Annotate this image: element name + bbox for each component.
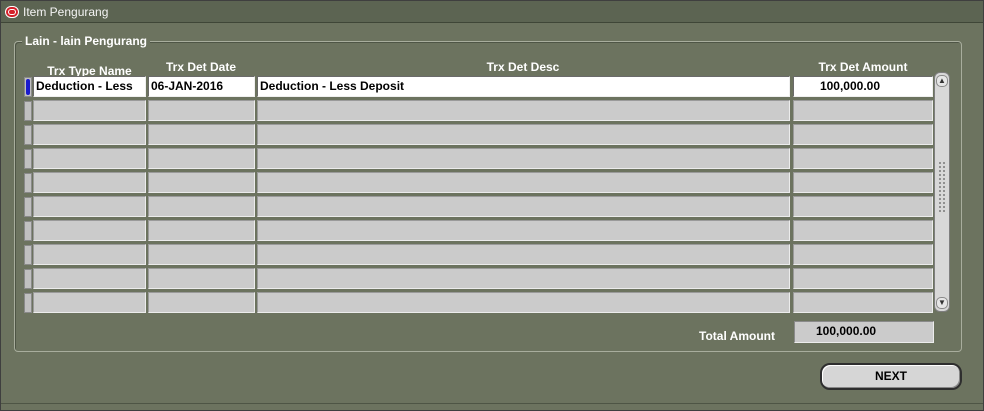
arrow-down-icon[interactable]: ▼ bbox=[936, 297, 948, 309]
cell-type-name[interactable] bbox=[33, 196, 146, 217]
cell-det-desc[interactable]: Deduction - Less Deposit bbox=[257, 76, 790, 97]
window-title: Item Pengurang bbox=[23, 5, 109, 19]
title-bar[interactable]: Item Pengurang bbox=[1, 1, 983, 23]
cell-det-amount[interactable] bbox=[793, 244, 933, 265]
cell-det-desc[interactable] bbox=[257, 220, 790, 241]
cell-type-name[interactable] bbox=[33, 124, 146, 145]
cell-det-desc[interactable] bbox=[257, 196, 790, 217]
column-header-trx-det-amount: Trx Det Amount bbox=[818, 60, 908, 74]
window-bottom-edge bbox=[1, 403, 983, 411]
scroll-thumb-grip[interactable] bbox=[938, 161, 946, 213]
cell-det-desc[interactable] bbox=[257, 124, 790, 145]
cell-det-amount[interactable] bbox=[793, 196, 933, 217]
cell-det-date[interactable] bbox=[148, 100, 255, 121]
cell-det-amount[interactable] bbox=[793, 292, 933, 313]
arrow-up-icon[interactable]: ▲ bbox=[936, 75, 948, 87]
record-indicator[interactable] bbox=[24, 245, 32, 265]
cell-type-name[interactable]: Deduction - Less bbox=[33, 76, 146, 97]
cell-type-name[interactable] bbox=[33, 292, 146, 313]
cell-det-date[interactable] bbox=[148, 148, 255, 169]
next-button[interactable]: NEXT bbox=[820, 363, 962, 390]
record-indicator[interactable] bbox=[24, 125, 32, 145]
cell-det-desc[interactable] bbox=[257, 172, 790, 193]
cell-det-amount[interactable] bbox=[793, 220, 933, 241]
total-amount-label: Total Amount bbox=[699, 329, 775, 343]
cell-det-amount[interactable] bbox=[793, 148, 933, 169]
cell-det-desc[interactable] bbox=[257, 268, 790, 289]
cell-det-amount[interactable] bbox=[793, 100, 933, 121]
cell-det-date[interactable]: 06-JAN-2016 bbox=[148, 76, 255, 97]
record-indicator[interactable] bbox=[24, 221, 32, 241]
cell-det-date[interactable] bbox=[148, 244, 255, 265]
oracle-icon bbox=[5, 6, 19, 18]
cell-det-amount[interactable] bbox=[793, 172, 933, 193]
record-indicator[interactable] bbox=[24, 101, 32, 121]
cell-det-date[interactable] bbox=[148, 196, 255, 217]
total-amount-field: 100,000.00 bbox=[794, 321, 934, 343]
cell-det-date[interactable] bbox=[148, 124, 255, 145]
cell-det-desc[interactable] bbox=[257, 292, 790, 313]
record-indicator[interactable] bbox=[24, 197, 32, 217]
record-indicator[interactable] bbox=[24, 173, 32, 193]
cell-type-name[interactable] bbox=[33, 148, 146, 169]
record-indicator[interactable] bbox=[24, 269, 32, 289]
item-pengurang-window: Item Pengurang Lain - lain Pengurang Trx… bbox=[0, 0, 984, 411]
cell-type-name[interactable] bbox=[33, 100, 146, 121]
cell-det-date[interactable] bbox=[148, 172, 255, 193]
cell-det-date[interactable] bbox=[148, 220, 255, 241]
record-indicator[interactable] bbox=[24, 77, 32, 97]
cell-det-desc[interactable] bbox=[257, 244, 790, 265]
cell-det-amount[interactable]: 100,000.00 bbox=[793, 76, 933, 97]
cell-det-desc[interactable] bbox=[257, 148, 790, 169]
group-title: Lain - lain Pengurang bbox=[22, 34, 151, 48]
column-header-trx-det-desc: Trx Det Desc bbox=[486, 60, 560, 74]
vertical-scrollbar[interactable]: ▲ ▼ bbox=[934, 72, 950, 312]
cell-det-date[interactable] bbox=[148, 268, 255, 289]
cell-type-name[interactable] bbox=[33, 220, 146, 241]
cell-type-name[interactable] bbox=[33, 244, 146, 265]
cell-det-desc[interactable] bbox=[257, 100, 790, 121]
column-header-trx-det-date: Trx Det Date bbox=[165, 60, 237, 74]
cell-det-amount[interactable] bbox=[793, 268, 933, 289]
record-indicator[interactable] bbox=[24, 293, 32, 313]
record-indicator[interactable] bbox=[24, 149, 32, 169]
cell-det-amount[interactable] bbox=[793, 124, 933, 145]
cell-type-name[interactable] bbox=[33, 172, 146, 193]
cell-det-date[interactable] bbox=[148, 292, 255, 313]
cell-type-name[interactable] bbox=[33, 268, 146, 289]
